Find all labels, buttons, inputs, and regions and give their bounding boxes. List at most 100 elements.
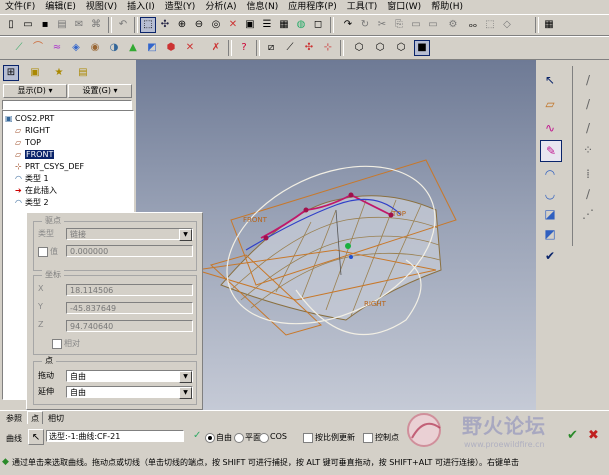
project-curve-icon[interactable]: ∕ (578, 184, 598, 204)
active-plane-icon[interactable]: ▱ (540, 94, 560, 114)
appearance-icon[interactable]: ◍ (293, 17, 309, 33)
menu-tools[interactable]: 工具(T) (342, 0, 383, 13)
csys-display-icon[interactable]: ⊹ (320, 40, 336, 56)
surface-trim-icon[interactable]: ◪ (540, 204, 560, 224)
redo-icon[interactable]: ↷ (340, 17, 356, 33)
offset-curve-icon[interactable]: ⁞ (578, 164, 598, 184)
regenerate-icon[interactable]: ↻ (357, 17, 373, 33)
menu-view[interactable]: 视图(V) (81, 0, 122, 13)
menu-style[interactable]: 造型(Y) (160, 0, 201, 13)
select-arrow-icon[interactable]: ↖ (28, 429, 44, 445)
tree-item-style-1[interactable]: ◠ 类型 1 (15, 173, 49, 185)
send-mail-icon[interactable]: ✉ (71, 17, 87, 33)
curve-tool-icon[interactable]: ∿ (540, 118, 560, 138)
select-tool-icon[interactable]: ↖ (540, 70, 560, 90)
value-checkbox[interactable] (38, 247, 48, 257)
radio-free[interactable] (205, 433, 215, 443)
menu-applications[interactable]: 应用程序(P) (283, 0, 341, 13)
drag-select[interactable]: 自由 ▼ (66, 370, 193, 383)
done-checkmark-icon[interactable]: ✔ (540, 246, 560, 266)
context-help-icon[interactable]: ? (236, 40, 252, 56)
paste-special-icon[interactable]: ▭ (425, 17, 441, 33)
new-file-icon[interactable]: ▯ (3, 17, 19, 33)
x-coordinate-field[interactable]: 18.114506 (66, 284, 193, 296)
tree-item-top[interactable]: ▱ TOP (15, 137, 41, 149)
surface-edit-icon[interactable]: ◩ (540, 224, 560, 244)
saved-analysis-icon[interactable]: ✗ (208, 40, 224, 56)
radio-plane[interactable] (234, 433, 244, 443)
point-tool-icon[interactable]: ⁘ (578, 140, 598, 160)
control-point-checkbox[interactable] (363, 433, 373, 443)
style-display-icon[interactable]: ⟋ (11, 40, 27, 56)
shading-icon[interactable]: ◻ (310, 17, 326, 33)
settings-menu-button[interactable]: 设置(G) ▾ (68, 84, 132, 98)
radio-cos[interactable] (259, 433, 269, 443)
curve-edit-icon[interactable]: ✎ (540, 140, 562, 162)
delete-analysis-icon[interactable]: ✕ (182, 40, 198, 56)
reflection-icon[interactable]: ≈ (49, 40, 65, 56)
cancel-x-icon[interactable]: ✖ (588, 428, 599, 443)
curve-selection-field[interactable]: 选型:-1:曲线:CF-21 (46, 430, 184, 442)
regenerate-manager-icon[interactable]: ⚙ (445, 17, 461, 33)
tree-item-front[interactable]: ▱ FRONT (15, 149, 55, 161)
reorient-icon[interactable]: ✕ (225, 17, 241, 33)
repaint-icon[interactable]: ⬚ (140, 17, 156, 33)
undo-icon[interactable]: ↶ (115, 17, 131, 33)
folder-browser-tab-icon[interactable]: ▣ (27, 65, 43, 81)
menu-info[interactable]: 信息(N) (242, 0, 284, 13)
open-file-icon[interactable]: ▭ (20, 17, 36, 33)
view-manager-icon[interactable]: ▦ (276, 17, 292, 33)
saved-views-icon[interactable]: ▣ (242, 17, 258, 33)
sketch-curve-icon[interactable]: / (578, 118, 598, 138)
find-icon[interactable]: ₒₒ (465, 17, 481, 33)
y-coordinate-field[interactable]: -45.837649 (66, 302, 193, 314)
paste-icon[interactable]: ▭ (408, 17, 424, 33)
apply-checkmark-icon[interactable]: ✔ (567, 428, 578, 443)
spin-center-icon[interactable]: ✣ (157, 17, 173, 33)
line-tool-icon[interactable]: / (578, 70, 598, 90)
surface-connect-icon[interactable]: ◡ (540, 184, 560, 204)
menu-analysis[interactable]: 分析(A) (200, 0, 241, 13)
refit-icon[interactable]: ◎ (208, 17, 224, 33)
menu-file[interactable]: 文件(F) (0, 0, 40, 13)
proportional-update-checkbox[interactable] (303, 433, 313, 443)
tab-tangent[interactable]: 相切 (48, 413, 64, 424)
wireframe-icon[interactable]: ⬡ (351, 40, 367, 56)
menu-help[interactable]: 帮助(H) (426, 0, 468, 13)
draft-icon[interactable]: ▲ (125, 40, 141, 56)
print-icon[interactable]: ▤ (54, 17, 70, 33)
tree-item-insert-here[interactable]: ➔ 在此插入 (15, 185, 57, 197)
hidden-line-icon[interactable]: ⬡ (372, 40, 388, 56)
datum-axis-display-icon[interactable]: ⟋ (282, 40, 298, 56)
relative-checkbox[interactable] (52, 339, 62, 349)
favorites-tab-icon[interactable]: ★ (51, 65, 67, 81)
layers-icon[interactable]: ☰ (259, 17, 275, 33)
menu-window[interactable]: 窗口(W) (382, 0, 426, 13)
zoom-out-icon[interactable]: ⊖ (191, 17, 207, 33)
select-chain-icon[interactable]: ◇ (499, 17, 515, 33)
intersect-curve-icon[interactable]: ⋰ (578, 204, 598, 224)
deviation-icon[interactable]: ◑ (106, 40, 122, 56)
value-field[interactable]: 0.000000 (66, 245, 193, 257)
dihedral-icon[interactable]: ⬢ (163, 40, 179, 56)
curvature-icon[interactable]: ⌒ (30, 40, 46, 56)
offset-icon[interactable]: ◉ (87, 40, 103, 56)
send-link-icon[interactable]: ⌘ (88, 17, 104, 33)
tree-item-right[interactable]: ▱ RIGHT (15, 125, 50, 137)
z-coordinate-field[interactable]: 94.740640 (66, 320, 193, 332)
slope-icon[interactable]: ◩ (144, 40, 160, 56)
history-tab-icon[interactable]: ▤ (75, 65, 91, 81)
tree-item-style-2[interactable]: ◠ 类型 2 (15, 197, 49, 209)
window-icon[interactable]: ▦ (541, 17, 557, 33)
display-menu-button[interactable]: 显示(D) ▾ (3, 84, 67, 98)
copy-icon[interactable]: ⎘ (391, 17, 407, 33)
surface-tool-icon[interactable]: ◠ (540, 164, 560, 184)
type-select[interactable]: 链接 ▼ (66, 228, 193, 241)
save-icon[interactable]: ▪ (37, 17, 53, 33)
model-tree-tab-icon[interactable]: ⊞ (3, 65, 19, 81)
datum-plane-display-icon[interactable]: ⧄ (263, 40, 279, 56)
menu-edit[interactable]: 编辑(E) (40, 0, 81, 13)
no-hidden-icon[interactable]: ⬡ (393, 40, 409, 56)
tree-item-part[interactable]: ▣ COS2.PRT (5, 113, 54, 125)
extend-select[interactable]: 自由 ▼ (66, 386, 193, 399)
